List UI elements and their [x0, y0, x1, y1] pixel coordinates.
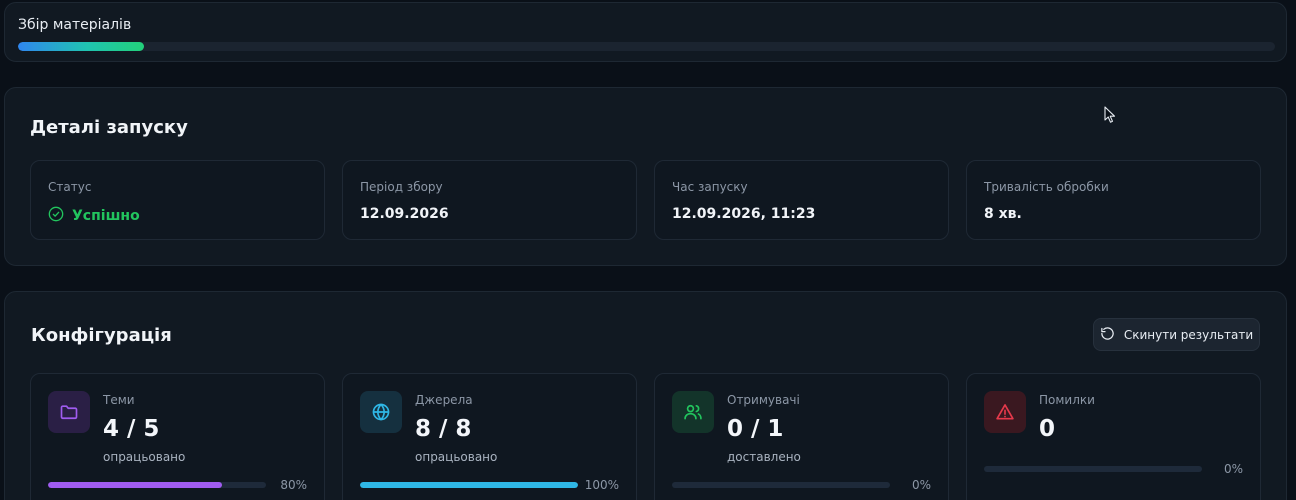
start-time-card: Час запуску 12.09.2026, 11:23 [654, 160, 949, 240]
start-time-label: Час запуску [672, 180, 748, 194]
recipients-label: Отримувачі [727, 393, 800, 407]
status-value: Успішно [48, 206, 140, 226]
progress-panel: Збір матеріалів [4, 2, 1287, 62]
sources-sub: опрацьовано [415, 450, 498, 464]
progress-track [18, 42, 1275, 51]
globe-icon [360, 391, 402, 433]
reset-label: Скинути результати [1123, 327, 1254, 342]
topics-stat-card: Теми 4 / 5 опрацьовано 80% [30, 373, 325, 500]
status-text: Успішно [72, 208, 140, 224]
topics-percent: 80% [280, 478, 307, 492]
users-icon [672, 391, 714, 433]
topics-value: 4 / 5 [103, 416, 160, 442]
recipients-value: 0 / 1 [727, 416, 784, 442]
run-details-panel: Деталі запуску Статус Успішно Період збо… [4, 87, 1287, 266]
check-circle-icon [48, 206, 64, 226]
recipients-percent: 0% [911, 478, 931, 492]
progress-fill [18, 42, 144, 51]
recipients-stat-card: Отримувачі 0 / 1 доставлено 0% [654, 373, 949, 500]
status-label: Статус [48, 180, 92, 194]
duration-label: Тривалість обробки [984, 180, 1109, 194]
period-card: Період збору 12.09.2026 [342, 160, 637, 240]
topics-progress-fill [48, 482, 223, 488]
warning-icon [984, 391, 1026, 433]
mouse-cursor-icon [1104, 106, 1116, 123]
recipients-sub: доставлено [727, 450, 801, 464]
duration-value: 8 хв. [984, 206, 1022, 222]
topics-label: Теми [103, 393, 135, 407]
errors-stat-card: Помилки 0 0% [966, 373, 1261, 500]
config-title: Конфігурація [31, 325, 172, 346]
period-label: Період збору [360, 180, 443, 194]
sources-progress-fill [360, 482, 578, 488]
topics-progress-track [48, 482, 266, 488]
errors-percent: 0% [1223, 462, 1243, 476]
sources-value: 8 / 8 [415, 416, 472, 442]
reset-icon [1100, 326, 1115, 344]
errors-progress-track [984, 466, 1202, 472]
sources-label: Джерела [415, 393, 473, 407]
errors-label: Помилки [1039, 393, 1095, 407]
errors-value: 0 [1039, 416, 1056, 442]
recipients-progress-track [672, 482, 890, 488]
sources-percent: 100% [584, 478, 619, 492]
reset-results-button[interactable]: Скинути результати [1093, 318, 1260, 351]
topics-sub: опрацьовано [103, 450, 186, 464]
start-time-value: 12.09.2026, 11:23 [672, 206, 816, 222]
progress-label: Збір матеріалів [18, 17, 132, 33]
configuration-panel: Конфігурація Скинути результати Теми 4 /… [4, 291, 1287, 500]
period-value: 12.09.2026 [360, 206, 449, 222]
duration-card: Тривалість обробки 8 хв. [966, 160, 1261, 240]
status-card: Статус Успішно [30, 160, 325, 240]
details-title: Деталі запуску [30, 117, 188, 138]
sources-stat-card: Джерела 8 / 8 опрацьовано 100% [342, 373, 637, 500]
sources-progress-track [360, 482, 578, 488]
folder-icon [48, 391, 90, 433]
